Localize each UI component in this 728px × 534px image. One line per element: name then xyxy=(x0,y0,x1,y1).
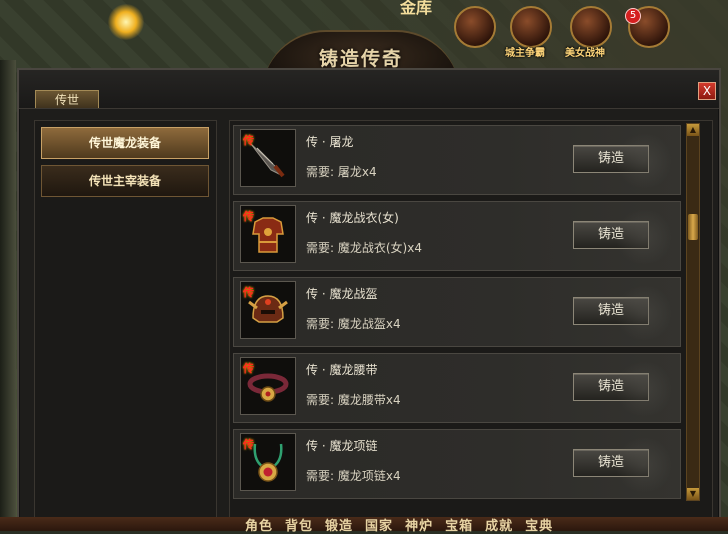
forge-button[interactable]: 铸造 xyxy=(573,449,649,477)
goddess-label: 美女战神 xyxy=(565,48,605,59)
legacy-tag: 传 xyxy=(243,438,254,451)
legacy-tag: 传 xyxy=(243,134,254,147)
scroll-thumb[interactable] xyxy=(688,214,698,240)
menu-item-nation[interactable]: 国家 xyxy=(365,515,393,534)
menu-item-furnace[interactable]: 神炉 xyxy=(405,515,433,534)
list-item: 传 传 · 屠龙 需要: 屠龙x4 铸造 xyxy=(233,125,681,195)
bottom-menu: 角色 背包 锻造 国家 神炉 宝箱 成就 宝典 xyxy=(245,515,553,534)
forge-button[interactable]: 铸造 xyxy=(573,221,649,249)
list-item: 传 传 · 魔龙项链 需要: 魔龙项链x4 铸造 xyxy=(233,429,681,499)
event-icon[interactable] xyxy=(454,6,496,48)
treasury-label: 金库 xyxy=(400,0,433,17)
world-pillar xyxy=(0,60,16,531)
menu-item-character[interactable]: 角色 xyxy=(245,515,273,534)
item-requirement: 需要: 魔龙战盔x4 xyxy=(306,317,401,331)
item-list: 传 传 · 屠龙 需要: 屠龙x4 铸造 传 传 · 魔龙战衣(女) 需要: 魔… xyxy=(229,120,713,518)
legacy-tag: 传 xyxy=(243,286,254,299)
legacy-tag: 传 xyxy=(243,210,254,223)
menu-item-guide[interactable]: 宝典 xyxy=(525,515,553,534)
item-name: 传 · 屠龙 xyxy=(306,135,354,149)
notification-badge: 5 xyxy=(625,8,641,24)
item-name: 传 · 魔龙战衣(女) xyxy=(306,211,399,225)
light-orb-icon xyxy=(108,4,144,40)
castle-lord-label: 城主争霸 xyxy=(505,48,545,59)
scroll-up-icon[interactable]: ▲ xyxy=(687,124,699,136)
list-item: 传 传 · 魔龙战衣(女) 需要: 魔龙战衣(女)x4 铸造 xyxy=(233,201,681,271)
forge-window: 传世 X 传世魔龙装备 传世主宰装备 传 传 · 屠龙 需要: 屠龙x4 铸造 xyxy=(17,68,721,528)
item-name: 传 · 魔龙项链 xyxy=(306,439,378,453)
item-name: 传 · 魔龙战盔 xyxy=(306,287,378,301)
item-requirement: 需要: 屠龙x4 xyxy=(306,165,377,179)
goddess-icon[interactable] xyxy=(570,6,612,48)
item-requirement: 需要: 魔龙项链x4 xyxy=(306,469,401,483)
tab-legacy[interactable]: 传世 xyxy=(35,90,99,108)
item-slot[interactable]: 传 xyxy=(240,205,296,263)
item-slot[interactable]: 传 xyxy=(240,281,296,339)
item-slot[interactable]: 传 xyxy=(240,129,296,187)
scrollbar[interactable]: ▲ ▼ xyxy=(686,123,700,501)
forge-button[interactable]: 铸造 xyxy=(573,373,649,401)
window-title: 铸造传奇 xyxy=(318,48,403,70)
item-requirement: 需要: 魔龙腰带x4 xyxy=(306,393,401,407)
legacy-tag: 传 xyxy=(243,362,254,375)
menu-item-bag[interactable]: 背包 xyxy=(285,515,313,534)
list-item: 传 传 · 魔龙战盔 需要: 魔龙战盔x4 铸造 xyxy=(233,277,681,347)
category-overlord-button[interactable]: 传世主宰装备 xyxy=(41,165,209,197)
category-panel: 传世魔龙装备 传世主宰装备 xyxy=(34,120,217,518)
tab-bar: 传世 X xyxy=(19,70,719,109)
item-name: 传 · 魔龙腰带 xyxy=(306,363,378,377)
menu-item-forge[interactable]: 锻造 xyxy=(325,515,353,534)
item-slot[interactable]: 传 xyxy=(240,357,296,415)
close-button[interactable]: X xyxy=(698,82,716,100)
forge-button[interactable]: 铸造 xyxy=(573,297,649,325)
category-demon-dragon-button[interactable]: 传世魔龙装备 xyxy=(41,127,209,159)
menu-item-chest[interactable]: 宝箱 xyxy=(445,515,473,534)
forge-button[interactable]: 铸造 xyxy=(573,145,649,173)
scroll-down-icon[interactable]: ▼ xyxy=(687,488,699,500)
item-requirement: 需要: 魔龙战衣(女)x4 xyxy=(306,241,422,255)
castle-lord-icon[interactable] xyxy=(510,6,552,48)
item-slot[interactable]: 传 xyxy=(240,433,296,491)
menu-item-achievement[interactable]: 成就 xyxy=(485,515,513,534)
list-item: 传 传 · 魔龙腰带 需要: 魔龙腰带x4 铸造 xyxy=(233,353,681,423)
